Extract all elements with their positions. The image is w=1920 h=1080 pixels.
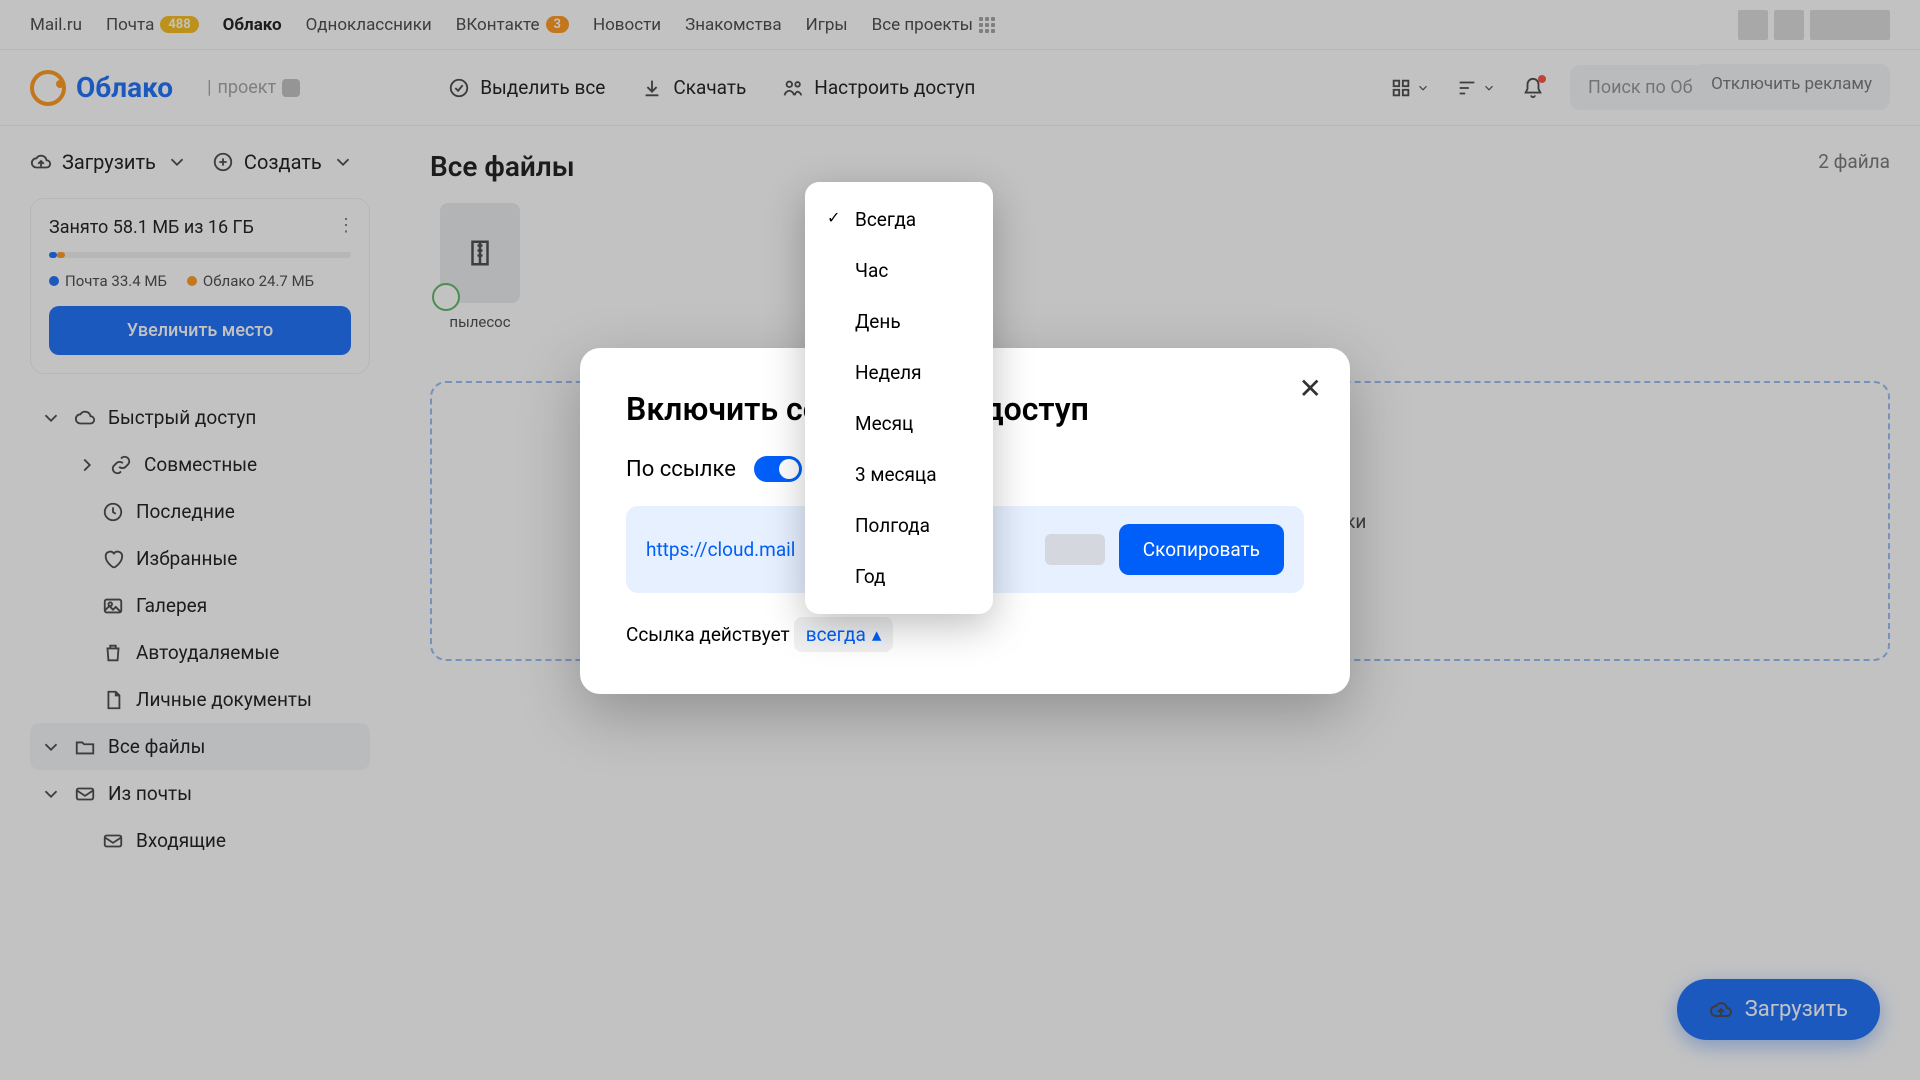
expire-option-year[interactable]: Год xyxy=(805,551,993,602)
expire-option-halfyear[interactable]: Полгода xyxy=(805,500,993,551)
expire-popover: Всегда Час День Неделя Месяц 3 месяца По… xyxy=(805,182,993,614)
expire-option-day[interactable]: День xyxy=(805,296,993,347)
expire-option-week[interactable]: Неделя xyxy=(805,347,993,398)
copy-button[interactable]: Скопировать xyxy=(1119,524,1284,575)
url-hidden xyxy=(1045,534,1105,565)
expire-option-hour[interactable]: Час xyxy=(805,245,993,296)
link-toggle[interactable] xyxy=(754,456,802,482)
expire-label: Ссылка действует xyxy=(626,623,790,646)
expire-row: Ссылка действует всегда ▴ xyxy=(626,617,1304,652)
expire-option-3months[interactable]: 3 месяца xyxy=(805,449,993,500)
close-button[interactable]: ✕ xyxy=(1299,372,1322,405)
expire-option-month[interactable]: Месяц xyxy=(805,398,993,449)
expire-select[interactable]: всегда ▴ xyxy=(794,617,894,652)
by-link-label: По ссылке xyxy=(626,457,736,482)
expire-option-always[interactable]: Всегда xyxy=(805,194,993,245)
